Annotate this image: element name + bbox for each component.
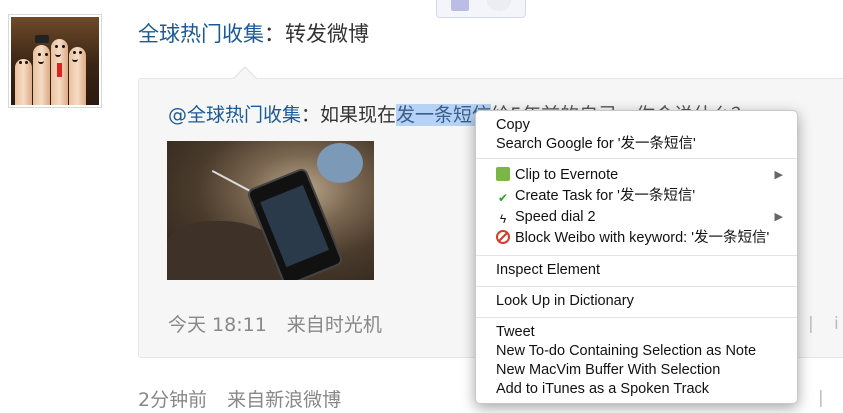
forwarded-author-link[interactable]: @全球热门收集 [168,104,301,126]
menu-item-clip-evernote-label: Clip to Evernote [515,167,619,183]
lightning-icon: ϟ [499,212,507,226]
menu-item-speed-dial-label: Speed dial 2 [515,209,596,225]
menu-item-create-task[interactable]: ✔ Create Task for '发一条短信' [496,187,783,206]
menu-item-inspect-element-label: Inspect Element [496,262,600,278]
post-source-prefix: 来自 [227,389,266,411]
forwarded-actions-edge: i [834,314,839,334]
menu-item-new-todo[interactable]: New To-do Containing Selection as Note [496,342,783,361]
menu-item-copy[interactable]: Copy [496,116,783,135]
forwarded-time-link[interactable]: 今天 18:11 [168,314,267,336]
context-menu: Copy Search Google for '发一条短信' Clip to E… [475,110,798,404]
forwarded-actions-divider: | [808,314,814,334]
menu-item-new-todo-label: New To-do Containing Selection as Note [496,343,757,359]
menu-item-new-macvim-label: New MacVim Buffer With Selection [496,362,721,378]
menu-item-look-up-label: Look Up in Dictionary [496,293,634,309]
menu-separator [476,255,797,256]
submenu-arrow-icon: ▶ [774,211,783,223]
evernote-icon [496,167,510,181]
post-source-link[interactable]: 新浪微博 [265,389,341,411]
post-footer-meta: 2分钟前 来自新浪微博 [138,385,341,412]
forwarded-source-prefix: 来自 [286,314,325,336]
post-actions-divider: | [818,388,824,408]
post-separator: ： [264,22,285,46]
submenu-arrow-icon: ▶ [774,169,783,181]
menu-separator [476,158,797,159]
avatar-image [11,17,99,105]
menu-item-add-itunes-label: Add to iTunes as a Spoken Track [496,381,710,397]
post-author-link[interactable]: 全球热门收集 [138,22,264,46]
menu-item-new-macvim[interactable]: New MacVim Buffer With Selection [496,361,783,380]
menu-item-search-google[interactable]: Search Google for '发一条短信' [496,135,783,154]
menu-item-tweet-label: Tweet [496,324,535,340]
menu-item-add-itunes[interactable]: Add to iTunes as a Spoken Track [496,380,783,399]
menu-separator [476,317,797,318]
post-time-link[interactable]: 2分钟前 [138,389,207,411]
forwarded-text-before: 如果现在 [320,104,397,126]
forwarded-meta: 今天 18:11 来自时光机 [168,310,382,337]
forwarded-separator: ： [301,104,321,126]
menu-item-create-task-label: Create Task for '发一条短信' [515,188,696,204]
menu-item-tweet[interactable]: Tweet [496,323,783,342]
menu-item-block-weibo-label: Block Weibo with keyword: '发一条短信' [515,230,770,246]
post-photo[interactable] [167,141,374,280]
top-decoration [436,0,526,18]
avatar[interactable] [8,14,102,108]
menu-item-block-weibo[interactable]: Block Weibo with keyword: '发一条短信' [496,229,783,248]
menu-item-search-google-label: Search Google for '发一条短信' [496,136,696,152]
menu-item-speed-dial[interactable]: ϟ Speed dial 2 ▶ [496,208,783,227]
forward-box-caret-inner [234,68,256,79]
post-action: 转发微博 [285,22,369,46]
post-header: 全球热门收集：转发微博 [138,18,369,48]
menu-separator [476,286,797,287]
menu-item-copy-label: Copy [496,117,530,133]
menu-item-inspect-element[interactable]: Inspect Element [496,261,783,280]
checkmark-icon: ✔ [497,191,509,205]
forwarded-source-link[interactable]: 时光机 [325,314,382,336]
block-icon [496,230,510,244]
menu-item-clip-evernote[interactable]: Clip to Evernote ▶ [496,166,783,185]
menu-item-look-up[interactable]: Look Up in Dictionary [496,292,783,311]
